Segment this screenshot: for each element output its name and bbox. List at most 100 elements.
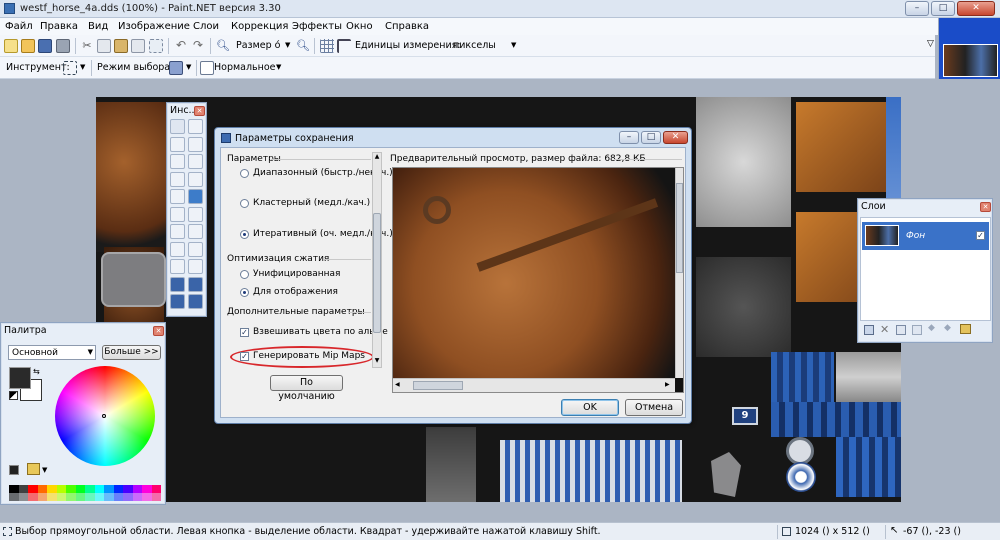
preview-vscrollbar[interactable] bbox=[675, 168, 683, 378]
tool-dropdown-arrow-icon[interactable]: ▼ bbox=[80, 63, 85, 71]
palette-swatch[interactable] bbox=[9, 485, 19, 493]
ellipse-tool-icon[interactable] bbox=[170, 294, 185, 309]
minimize-button[interactable]: – bbox=[905, 1, 929, 16]
palette-swatch-light[interactable] bbox=[18, 493, 28, 501]
print-icon[interactable] bbox=[56, 39, 70, 53]
selection-mode-icon[interactable] bbox=[169, 61, 183, 75]
palette-swatch[interactable] bbox=[151, 485, 161, 493]
layers-close-icon[interactable]: ✕ bbox=[980, 202, 991, 212]
palette-swatch-light[interactable] bbox=[9, 493, 19, 501]
palette-swatch[interactable] bbox=[142, 485, 152, 493]
freeform-shape-tool-icon[interactable] bbox=[188, 294, 203, 309]
paintbrush-tool-icon[interactable] bbox=[170, 206, 185, 222]
uniform-radio[interactable] bbox=[240, 270, 249, 279]
palette-swatch[interactable] bbox=[18, 485, 28, 493]
move-layer-down-icon[interactable]: ◆ bbox=[944, 323, 951, 333]
menu-file[interactable]: Файл bbox=[5, 21, 33, 32]
grid-icon[interactable] bbox=[320, 39, 334, 53]
rounded-rectangle-tool-icon[interactable] bbox=[188, 276, 203, 292]
eraser-tool-icon[interactable] bbox=[188, 206, 203, 222]
palette-swatch[interactable] bbox=[37, 485, 47, 493]
preview-hscroll-thumb[interactable] bbox=[413, 381, 463, 390]
ellipse-select-tool-icon[interactable] bbox=[170, 154, 185, 169]
more-colors-button[interactable]: Больше >> bbox=[102, 345, 161, 360]
blend-mode-dropdown[interactable]: Нормальное bbox=[214, 62, 276, 73]
duplicate-layer-icon[interactable] bbox=[896, 325, 906, 335]
palette-swatch[interactable] bbox=[113, 485, 123, 493]
palette-swatch-light[interactable] bbox=[28, 493, 38, 501]
units-dropdown-arrow-icon[interactable]: ▼ bbox=[511, 41, 516, 49]
rect-select-tool-icon[interactable] bbox=[170, 119, 185, 134]
palette-open-icon[interactable] bbox=[27, 463, 40, 475]
menu-edit[interactable]: Правка bbox=[40, 21, 78, 32]
palette-swatch-light[interactable] bbox=[75, 493, 85, 501]
toolbar-overflow-icon[interactable]: ▽ bbox=[927, 39, 934, 49]
palette-swatch-light[interactable] bbox=[47, 493, 57, 501]
palette-swatch-light[interactable] bbox=[94, 493, 104, 501]
palette-add-icon[interactable] bbox=[9, 465, 19, 475]
crop-to-selection-icon[interactable] bbox=[131, 39, 145, 53]
primary-color-swatch[interactable] bbox=[9, 367, 31, 389]
swap-colors-icon[interactable]: ⇆ bbox=[33, 367, 40, 376]
reset-colors-icon[interactable] bbox=[9, 391, 18, 400]
zoom-dropdown-arrow-icon[interactable]: ▼ bbox=[285, 41, 290, 49]
palette-swatch-light[interactable] bbox=[104, 493, 114, 501]
tools-panel-close-icon[interactable]: ✕ bbox=[194, 106, 205, 116]
gradient-tool-icon[interactable] bbox=[188, 189, 203, 204]
palette-swatch-light[interactable] bbox=[123, 493, 133, 501]
units-dropdown[interactable]: пикселы bbox=[453, 40, 496, 51]
undo-icon[interactable]: ↶ bbox=[174, 39, 188, 53]
palette-swatch[interactable] bbox=[75, 485, 85, 493]
mipmaps-checkbox[interactable]: ✓ bbox=[240, 352, 249, 361]
pencil-tool-icon[interactable] bbox=[170, 224, 185, 239]
copy-icon[interactable] bbox=[97, 39, 111, 53]
ok-button[interactable]: OK bbox=[561, 399, 619, 416]
palette-mode-dropdown[interactable]: Основной ▼ bbox=[8, 345, 96, 360]
zoom-icon[interactable]: 🔍︎ bbox=[216, 39, 230, 53]
menu-effects[interactable]: Эффекты bbox=[292, 21, 342, 32]
palette-swatch-light[interactable] bbox=[56, 493, 66, 501]
scroll-down-icon[interactable]: ▼ bbox=[373, 357, 381, 367]
cancel-button[interactable]: Отмена bbox=[625, 399, 683, 416]
recolor-tool-icon[interactable] bbox=[188, 241, 203, 257]
color-picker-tool-icon[interactable] bbox=[188, 224, 203, 239]
palette-swatch[interactable] bbox=[85, 485, 95, 493]
palette-swatch-light[interactable] bbox=[37, 493, 47, 501]
blend-mode-arrow-icon[interactable]: ▼ bbox=[276, 63, 281, 71]
move-selection-tool-icon[interactable] bbox=[188, 119, 203, 134]
defaults-button[interactable]: По умолчанию bbox=[270, 375, 343, 402]
menu-layers[interactable]: Слои bbox=[193, 21, 219, 32]
preview-scroll-left-icon[interactable]: ◀ bbox=[395, 381, 400, 388]
selection-mode-arrow-icon[interactable]: ▼ bbox=[186, 63, 191, 71]
menu-view[interactable]: Вид bbox=[88, 21, 108, 32]
paste-icon[interactable] bbox=[114, 39, 128, 53]
menu-help[interactable]: Справка bbox=[385, 21, 429, 32]
palette-swatch[interactable] bbox=[56, 485, 66, 493]
paint-bucket-tool-icon[interactable] bbox=[170, 189, 185, 204]
palette-menu-arrow-icon[interactable]: ▼ bbox=[42, 466, 47, 474]
menu-image[interactable]: Изображение bbox=[118, 21, 190, 32]
delete-layer-icon[interactable]: ✕ bbox=[880, 323, 889, 336]
scroll-up-icon[interactable]: ▲ bbox=[373, 153, 381, 163]
move-layer-up-icon[interactable]: ◆ bbox=[928, 323, 935, 333]
preview-vscroll-thumb[interactable] bbox=[676, 183, 683, 273]
open-folder-icon[interactable] bbox=[21, 39, 35, 53]
zoom-in-icon[interactable]: 🔍︎ bbox=[296, 39, 310, 53]
lasso-tool-icon[interactable] bbox=[170, 136, 185, 152]
clone-stamp-tool-icon[interactable] bbox=[170, 241, 185, 257]
text-tool-icon[interactable] bbox=[170, 259, 185, 274]
iterative-fit-radio[interactable] bbox=[240, 230, 249, 239]
merge-layer-icon[interactable] bbox=[912, 325, 922, 335]
perceptual-radio[interactable] bbox=[240, 288, 249, 297]
cut-icon[interactable]: ✂ bbox=[80, 39, 94, 53]
line-tool-icon[interactable] bbox=[188, 259, 203, 274]
palette-swatch[interactable] bbox=[104, 485, 114, 493]
preview-pane[interactable]: ◀ ▶ bbox=[392, 167, 684, 393]
palette-swatch-light[interactable] bbox=[142, 493, 152, 501]
add-layer-icon[interactable] bbox=[864, 325, 874, 335]
cluster-fit-radio[interactable] bbox=[240, 199, 249, 208]
deselect-icon[interactable] bbox=[149, 39, 163, 53]
close-button[interactable]: ✕ bbox=[957, 1, 995, 16]
weight-alpha-checkbox[interactable]: ✓ bbox=[240, 328, 249, 337]
layer-visibility-checkbox[interactable]: ✓ bbox=[976, 231, 985, 240]
